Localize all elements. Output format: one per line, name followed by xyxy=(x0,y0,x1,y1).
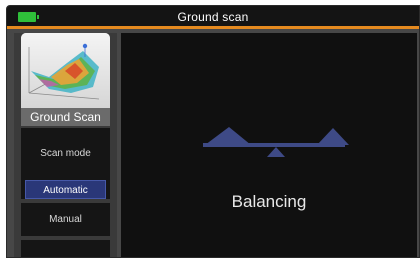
option-automatic-label: Automatic xyxy=(25,180,106,199)
surface-plot-icon xyxy=(21,33,110,108)
option-manual[interactable]: Manual xyxy=(21,203,110,236)
ground-scan-mode-card[interactable]: Ground Scan xyxy=(21,33,110,126)
balance-scale-icon xyxy=(203,127,349,157)
title-accent-line xyxy=(7,26,419,29)
sidebar: Ground Scan Scan mode Automatic Manual xyxy=(14,33,117,257)
status-text: Balancing xyxy=(231,192,307,211)
main-panel: Balancing xyxy=(121,33,417,257)
scan-mode-label: Scan mode xyxy=(21,128,110,180)
mode-card-label: Ground Scan xyxy=(21,108,110,126)
title-bar: Ground scan xyxy=(7,6,419,29)
option-automatic[interactable]: Automatic xyxy=(21,180,110,199)
device-screen: Ground scan Ground Scan Scan mode Automa… xyxy=(6,5,420,258)
window-title: Ground scan xyxy=(177,10,249,24)
sidebar-empty-slot xyxy=(21,240,110,257)
